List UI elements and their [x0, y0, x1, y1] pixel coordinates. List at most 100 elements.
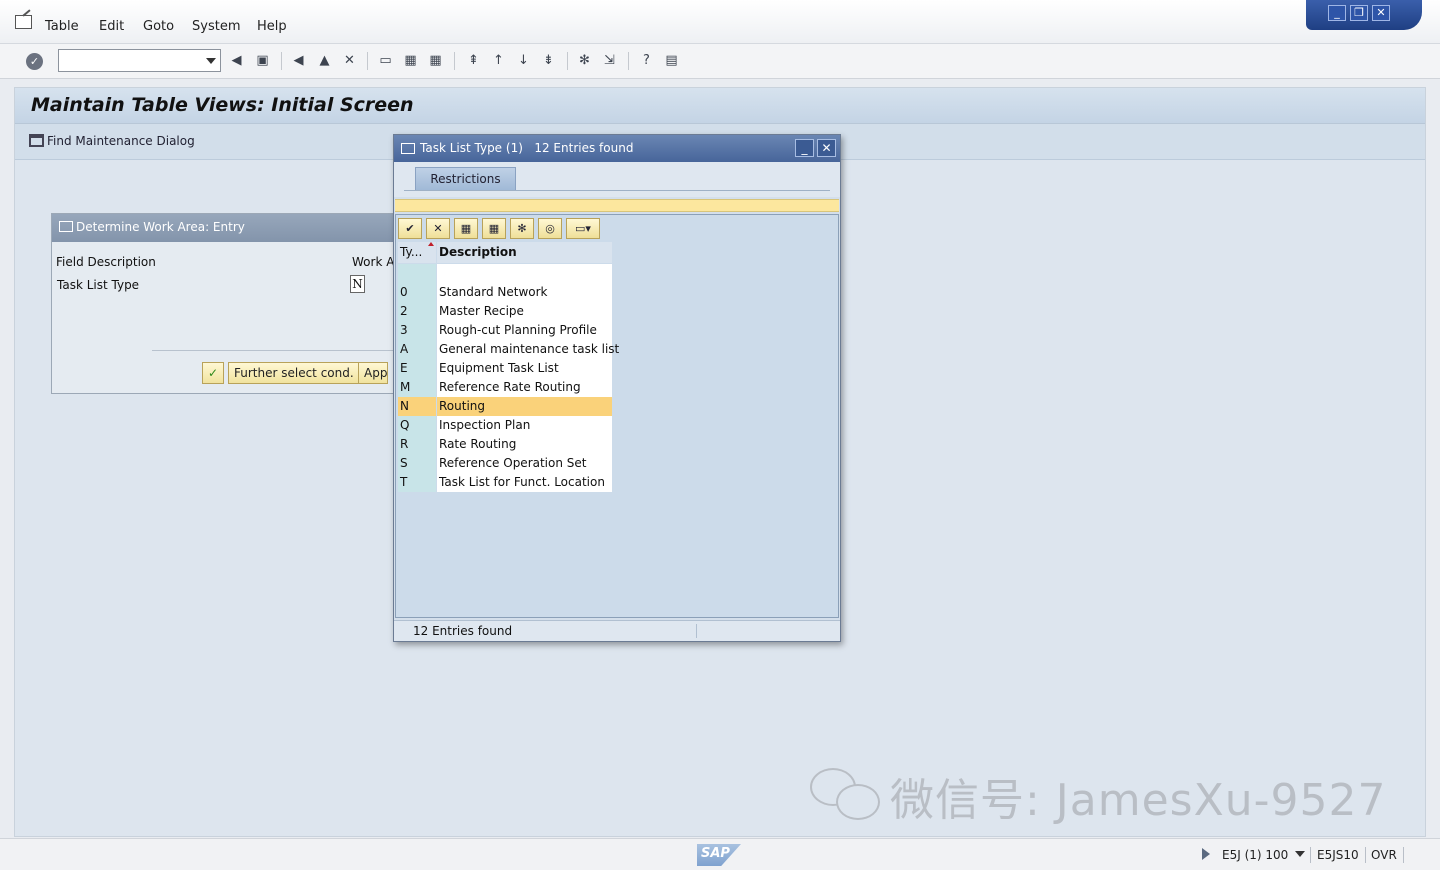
menu-bar: Table Edit Goto System Help _ ❐ ✕ [0, 0, 1440, 44]
toolbar-separator [281, 52, 282, 70]
insert-mode: OVR [1371, 848, 1397, 862]
type-cell: 2 [398, 302, 436, 321]
work-area-dialog-title-bar: Determine Work Area: Entry [52, 214, 410, 242]
append-button[interactable]: Appe [358, 362, 388, 384]
table-row[interactable]: Q Inspection Plan [398, 416, 612, 435]
type-cell: A [398, 340, 436, 359]
type-cell: T [398, 473, 436, 492]
grid-sort-icon[interactable]: ✻ [510, 218, 534, 239]
menu-system[interactable]: System [192, 19, 240, 34]
grid-find-icon[interactable]: ▦ [454, 218, 478, 239]
find-maintenance-dialog-button[interactable]: Find Maintenance Dialog [29, 134, 195, 148]
status-divider [696, 624, 697, 638]
menu-edit-icon[interactable] [15, 15, 32, 29]
popup-title: Task List Type (1) 12 Entries found [420, 141, 633, 155]
table-row[interactable]: 0 Standard Network [398, 283, 612, 302]
work-area-label: Work A [352, 255, 395, 269]
description-cell: Inspection Plan [437, 416, 612, 435]
table-row[interactable]: M Reference Rate Routing [398, 378, 612, 397]
menu-help[interactable]: Help [257, 19, 287, 34]
type-cell: 0 [398, 283, 436, 302]
description-cell: Reference Operation Set [437, 454, 612, 473]
table-row[interactable]: A General maintenance task list [398, 340, 619, 359]
popup-minimize-icon[interactable]: _ [795, 139, 814, 157]
new-session-icon[interactable]: ✻ [576, 52, 593, 69]
value-help-popup: Task List Type (1) 12 Entries found _ ✕ … [393, 134, 841, 642]
copy-check-icon[interactable]: ✔ [398, 218, 422, 239]
wechat-bubble-icon [836, 784, 880, 820]
exit-icon[interactable]: ▲ [316, 52, 333, 69]
watermark-text: 微信号: JamesXu-9527 [890, 775, 1387, 826]
last-page-icon[interactable]: ⇟ [540, 52, 557, 69]
shortcut-icon[interactable]: ⇲ [601, 52, 618, 69]
sort-ascending-icon [428, 242, 434, 246]
next-page-icon[interactable]: ↓ [515, 52, 532, 69]
task-list-type-input[interactable]: N [350, 275, 365, 293]
popup-title-text: Task List Type (1) [420, 141, 523, 155]
cancel-icon[interactable]: ✕ [341, 52, 358, 69]
type-cell: N [398, 397, 436, 416]
results-grid: ✔ ✕ ▦ ▦ ✻ ◎ ▭▾ Ty... Description 0 Standa… [395, 214, 839, 618]
find-icon[interactable]: ▦ [402, 52, 419, 69]
grid-find-next-icon[interactable]: ▦ [482, 218, 506, 239]
dialog-icon [59, 221, 73, 232]
close-icon[interactable]: ✕ [1372, 5, 1390, 21]
work-area-dialog: Determine Work Area: Entry Field Descrip… [51, 213, 412, 394]
popup-icon [401, 143, 415, 154]
restore-icon[interactable]: ❐ [1350, 5, 1368, 21]
status-separator [1365, 847, 1366, 863]
type-cell: Q [398, 416, 436, 435]
table-row[interactable]: N Routing [398, 397, 612, 416]
type-cell: 3 [398, 321, 436, 340]
menu-goto[interactable]: Goto [143, 19, 174, 34]
layout-menu-icon[interactable]: ▤ [663, 52, 680, 69]
work-area-dialog-title: Determine Work Area: Entry [76, 220, 245, 234]
previous-page-icon[interactable]: ↑ [490, 52, 507, 69]
session-dropdown-icon[interactable] [1295, 851, 1305, 857]
menu-edit[interactable]: Edit [99, 19, 124, 34]
save-icon[interactable]: ▣ [254, 52, 271, 69]
standard-toolbar: ✓ ◀ ▣ ◀ ▲ ✕ ▭ ▦ ▦ ⇞ ↑ ↓ ⇟ ✻ ⇲ ? ▤ [0, 44, 1440, 79]
find-next-icon[interactable]: ▦ [427, 52, 444, 69]
back-icon[interactable]: ◀ [290, 52, 307, 69]
description-cell: Rate Routing [437, 435, 612, 454]
type-cell: S [398, 454, 436, 473]
column-header-description[interactable]: Description [437, 242, 612, 263]
enter-icon[interactable]: ✓ [26, 53, 43, 70]
description-cell: Reference Rate Routing [437, 378, 612, 397]
further-select-cond-button[interactable]: Further select cond. [228, 362, 360, 384]
table-row[interactable]: R Rate Routing [398, 435, 612, 454]
status-expand-icon[interactable] [1202, 848, 1210, 860]
table-row[interactable]: 2 Master Recipe [398, 302, 612, 321]
table-row[interactable]: 3 Rough-cut Planning Profile [398, 321, 612, 340]
tab-strip: Restrictions [394, 162, 840, 197]
first-page-icon[interactable]: ⇞ [465, 52, 482, 69]
status-separator [1310, 847, 1311, 863]
back-arrow-icon[interactable]: ◀ [228, 52, 245, 69]
command-dropdown-icon[interactable] [206, 58, 216, 64]
restrictions-collapse-bar[interactable] [395, 199, 839, 212]
table-row[interactable]: E Equipment Task List [398, 359, 612, 378]
cancel-x-icon[interactable]: ✕ [426, 218, 450, 239]
command-field[interactable] [58, 49, 221, 72]
print-icon[interactable]: ▭ [377, 52, 394, 69]
table-row[interactable]: S Reference Operation Set [398, 454, 612, 473]
description-cell: Standard Network [437, 283, 612, 302]
grid-empty-row [398, 264, 612, 283]
status-separator [1403, 847, 1404, 863]
grid-print-icon[interactable]: ▭▾ [566, 218, 600, 239]
table-row[interactable]: T Task List for Funct. Location [398, 473, 612, 492]
empty-cell [437, 264, 612, 283]
type-cell: R [398, 435, 436, 454]
description-cell: General maintenance task list [437, 340, 619, 359]
menu-table[interactable]: Table [45, 19, 79, 34]
tab-restrictions[interactable]: Restrictions [415, 167, 516, 191]
help-icon[interactable]: ? [638, 52, 655, 69]
popup-close-icon[interactable]: ✕ [817, 139, 836, 157]
continue-button[interactable]: ✓ [202, 362, 224, 384]
grid-info-icon[interactable]: ◎ [538, 218, 562, 239]
toolbar-separator [454, 52, 455, 70]
server-info: E5JS10 [1317, 848, 1359, 862]
minimize-icon[interactable]: _ [1328, 5, 1346, 21]
grid-body: 0 Standard Network 2 Master Recipe 3 Rough-cu… [398, 264, 619, 492]
